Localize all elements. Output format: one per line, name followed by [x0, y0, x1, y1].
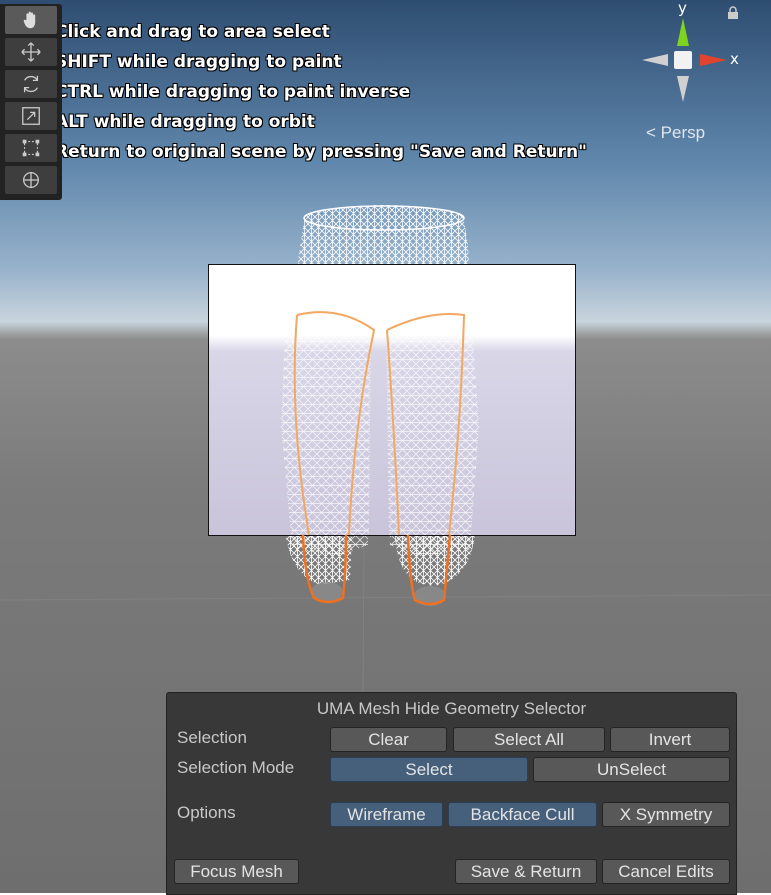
hint-save-return: Return to original scene by pressing "Sa…: [55, 142, 587, 162]
focus-mesh-button[interactable]: Focus Mesh: [174, 859, 299, 884]
x-axis-label: x: [730, 50, 739, 68]
scale-icon: [22, 107, 40, 125]
x-symmetry-toggle[interactable]: X Symmetry: [602, 802, 730, 827]
rect-transform-icon: [22, 139, 40, 157]
move-icon: [21, 42, 41, 62]
move-tool-button[interactable]: [5, 38, 57, 66]
projection-toggle[interactable]: < Persp: [646, 123, 705, 143]
neg-y-axis-cone[interactable]: [677, 76, 689, 102]
neg-x-axis-cone[interactable]: [642, 54, 668, 66]
select-all-button[interactable]: Select All: [453, 727, 605, 752]
hand-tool-button[interactable]: [5, 6, 57, 34]
unselect-mode-button[interactable]: UnSelect: [533, 757, 730, 782]
scale-tool-button[interactable]: [5, 102, 57, 130]
select-mode-button[interactable]: Select: [330, 757, 528, 782]
hand-icon: [23, 11, 36, 29]
rotate-icon: [23, 75, 39, 93]
geometry-selector-panel: UMA Mesh Hide Geometry Selector Selectio…: [166, 692, 737, 895]
wireframe-toggle[interactable]: Wireframe: [330, 802, 443, 827]
selection-label: Selection: [177, 728, 247, 747]
options-label: Options: [177, 803, 236, 822]
y-axis-cone[interactable]: [677, 18, 689, 46]
hint-shift-paint: SHIFT while dragging to paint: [55, 52, 342, 72]
backface-cull-toggle[interactable]: Backface Cull: [448, 802, 597, 827]
save-return-button[interactable]: Save & Return: [455, 859, 597, 884]
lock-icon[interactable]: [726, 6, 740, 20]
transform-tool-button[interactable]: [5, 166, 57, 194]
tool-palette: [0, 4, 62, 200]
hint-alt-orbit: ALT while dragging to orbit: [55, 112, 315, 132]
y-axis-label: y: [678, 0, 687, 17]
center-cube[interactable]: [674, 51, 692, 69]
invert-button[interactable]: Invert: [610, 727, 730, 752]
x-axis-cone[interactable]: [700, 54, 727, 66]
panel-title: UMA Mesh Hide Geometry Selector: [316, 699, 587, 718]
clear-button[interactable]: Clear: [330, 727, 447, 752]
rect-tool-button[interactable]: [5, 134, 57, 162]
transform-icon: [23, 172, 39, 188]
hint-area-select: Click and drag to area select: [55, 22, 330, 42]
scene-viewport[interactable]: Click and drag to area select SHIFT whil…: [0, 0, 771, 895]
rotate-tool-button[interactable]: [5, 70, 57, 98]
cancel-edits-button[interactable]: Cancel Edits: [602, 859, 730, 884]
hint-ctrl-paint-inverse: CTRL while dragging to paint inverse: [55, 82, 411, 102]
selection-mode-label: Selection Mode: [177, 758, 295, 777]
